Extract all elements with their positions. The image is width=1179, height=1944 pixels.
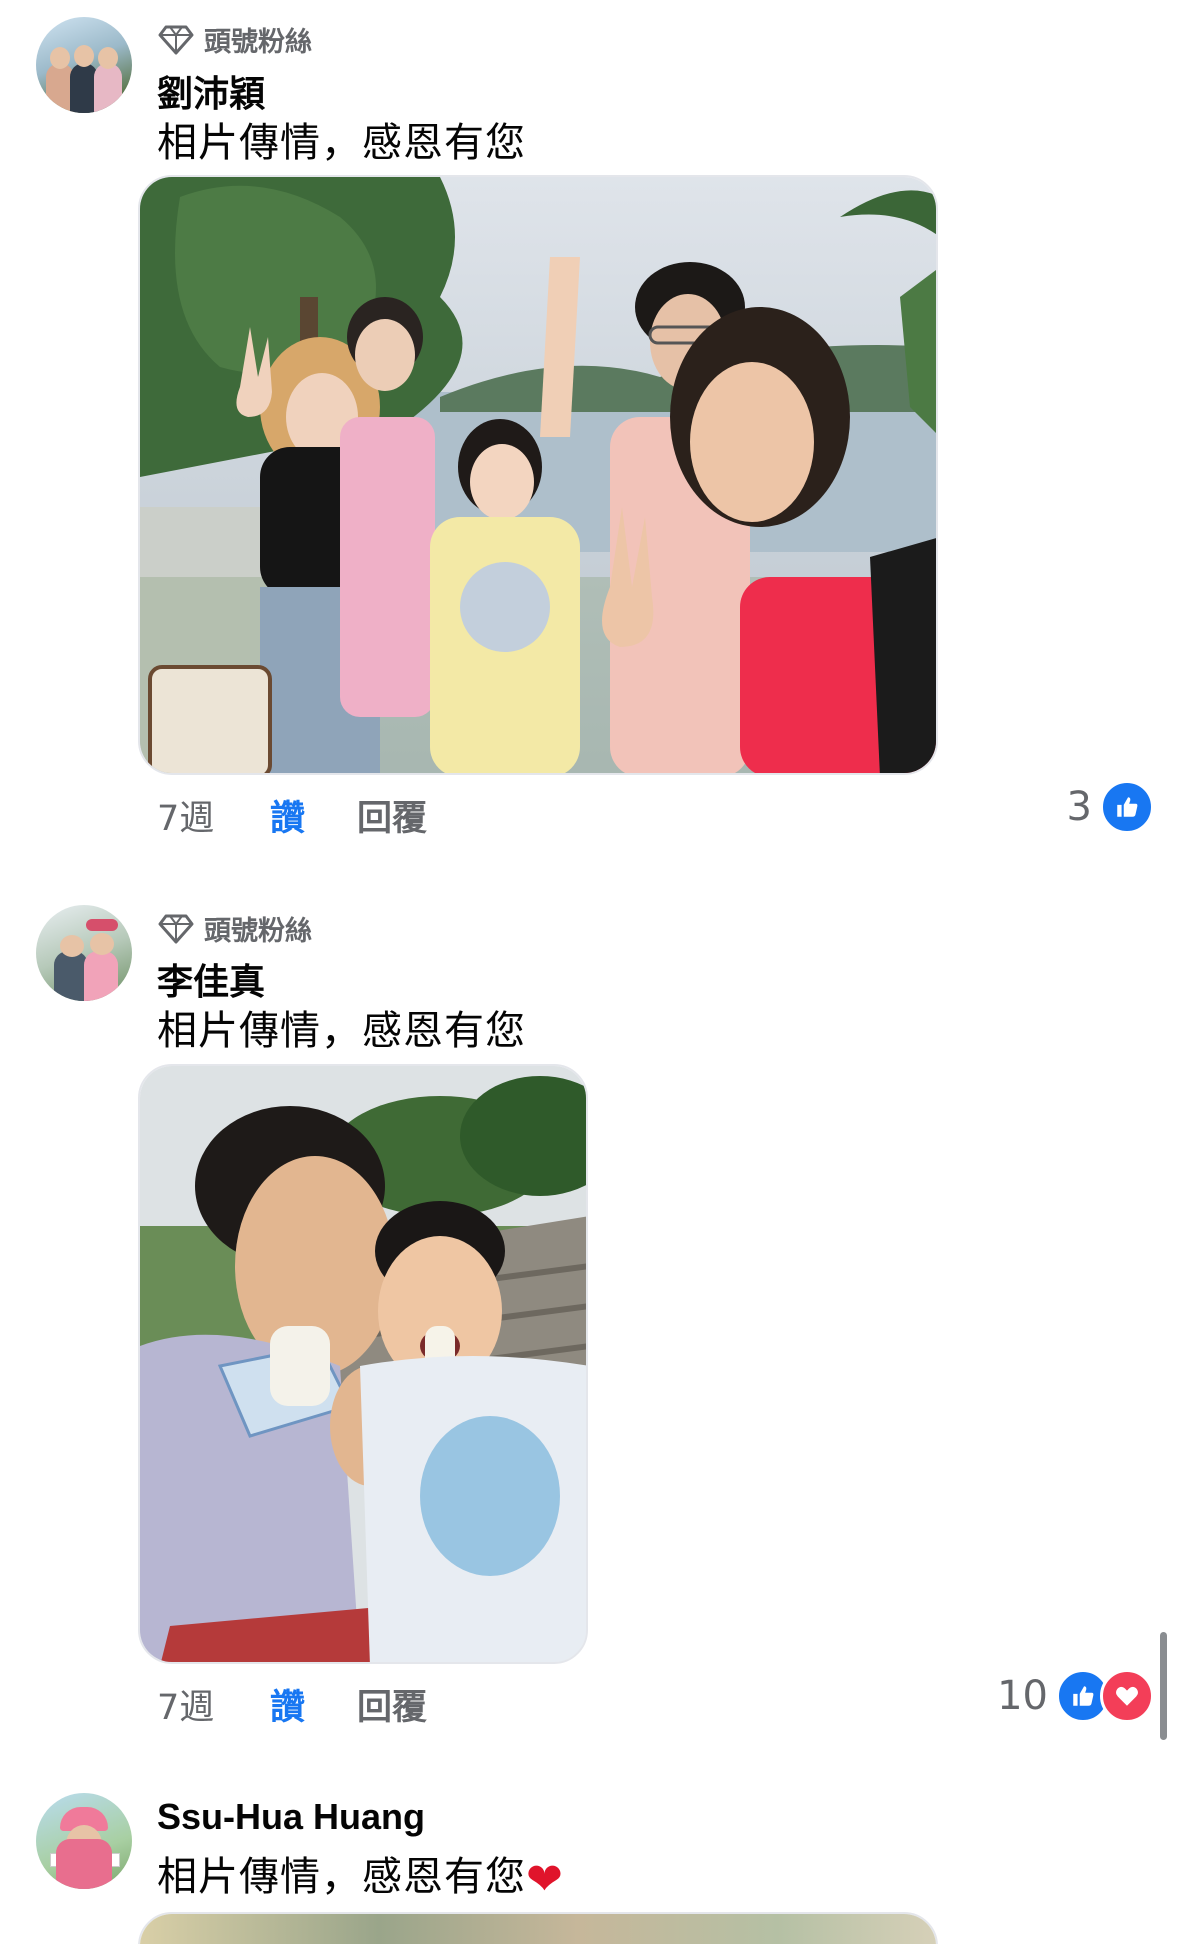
comments-page: 頭號粉絲 劉沛穎 相片傳情，感恩有您 7週 讚 回覆 3 頭號粉絲 李佳真 相片… [0,0,1179,1944]
reaction-count: 10 [997,1673,1048,1719]
comment-text: 相片傳情，感恩有您❤ [157,1844,564,1905]
scrollbar[interactable] [1160,1632,1167,1740]
comment-author[interactable]: Ssu-Hua Huang [157,1796,425,1838]
avatar[interactable] [36,1793,132,1889]
comment-text: 相片傳情，感恩有您 [157,120,526,166]
love-icon [1100,1669,1154,1723]
photo-preview [140,1914,936,1944]
reply-button[interactable]: 回覆 [357,1679,427,1730]
reaction-summary[interactable]: 10 [997,1669,1154,1723]
reaction-icons [1056,1669,1154,1723]
reaction-count: 3 [1066,784,1092,830]
like-icon [1100,780,1154,834]
like-button[interactable]: 讚 [270,1679,357,1730]
comment-time[interactable]: 7週 [157,1679,270,1730]
diamond-icon [158,914,194,944]
comment-actions: 7週 讚 回覆 [157,790,427,841]
top-fan-badge: 頭號粉絲 [158,909,312,948]
comment-time[interactable]: 7週 [157,790,270,841]
comment-actions: 7週 讚 回覆 [157,1679,427,1730]
badge-label: 頭號粉絲 [204,27,312,58]
comment-photo[interactable] [138,1064,588,1664]
reaction-icons [1100,780,1154,834]
diamond-icon [158,25,194,55]
top-fan-badge: 頭號粉絲 [158,20,312,59]
comment-text-content: 相片傳情，感恩有您 [157,1854,526,1900]
reply-button[interactable]: 回覆 [357,790,427,841]
popsicle-selfie-photo [140,1066,586,1662]
like-button[interactable]: 讚 [270,790,357,841]
comment-photo[interactable] [138,1912,938,1944]
badge-label: 頭號粉絲 [204,916,312,947]
group-selfie-photo [140,177,936,773]
avatar[interactable] [36,17,132,113]
comment-text: 相片傳情，感恩有您 [157,1008,526,1054]
comment-photo[interactable] [138,175,938,775]
heart-emoji: ❤ [526,1853,564,1905]
reaction-summary[interactable]: 3 [1067,780,1154,834]
avatar[interactable] [36,905,132,1001]
